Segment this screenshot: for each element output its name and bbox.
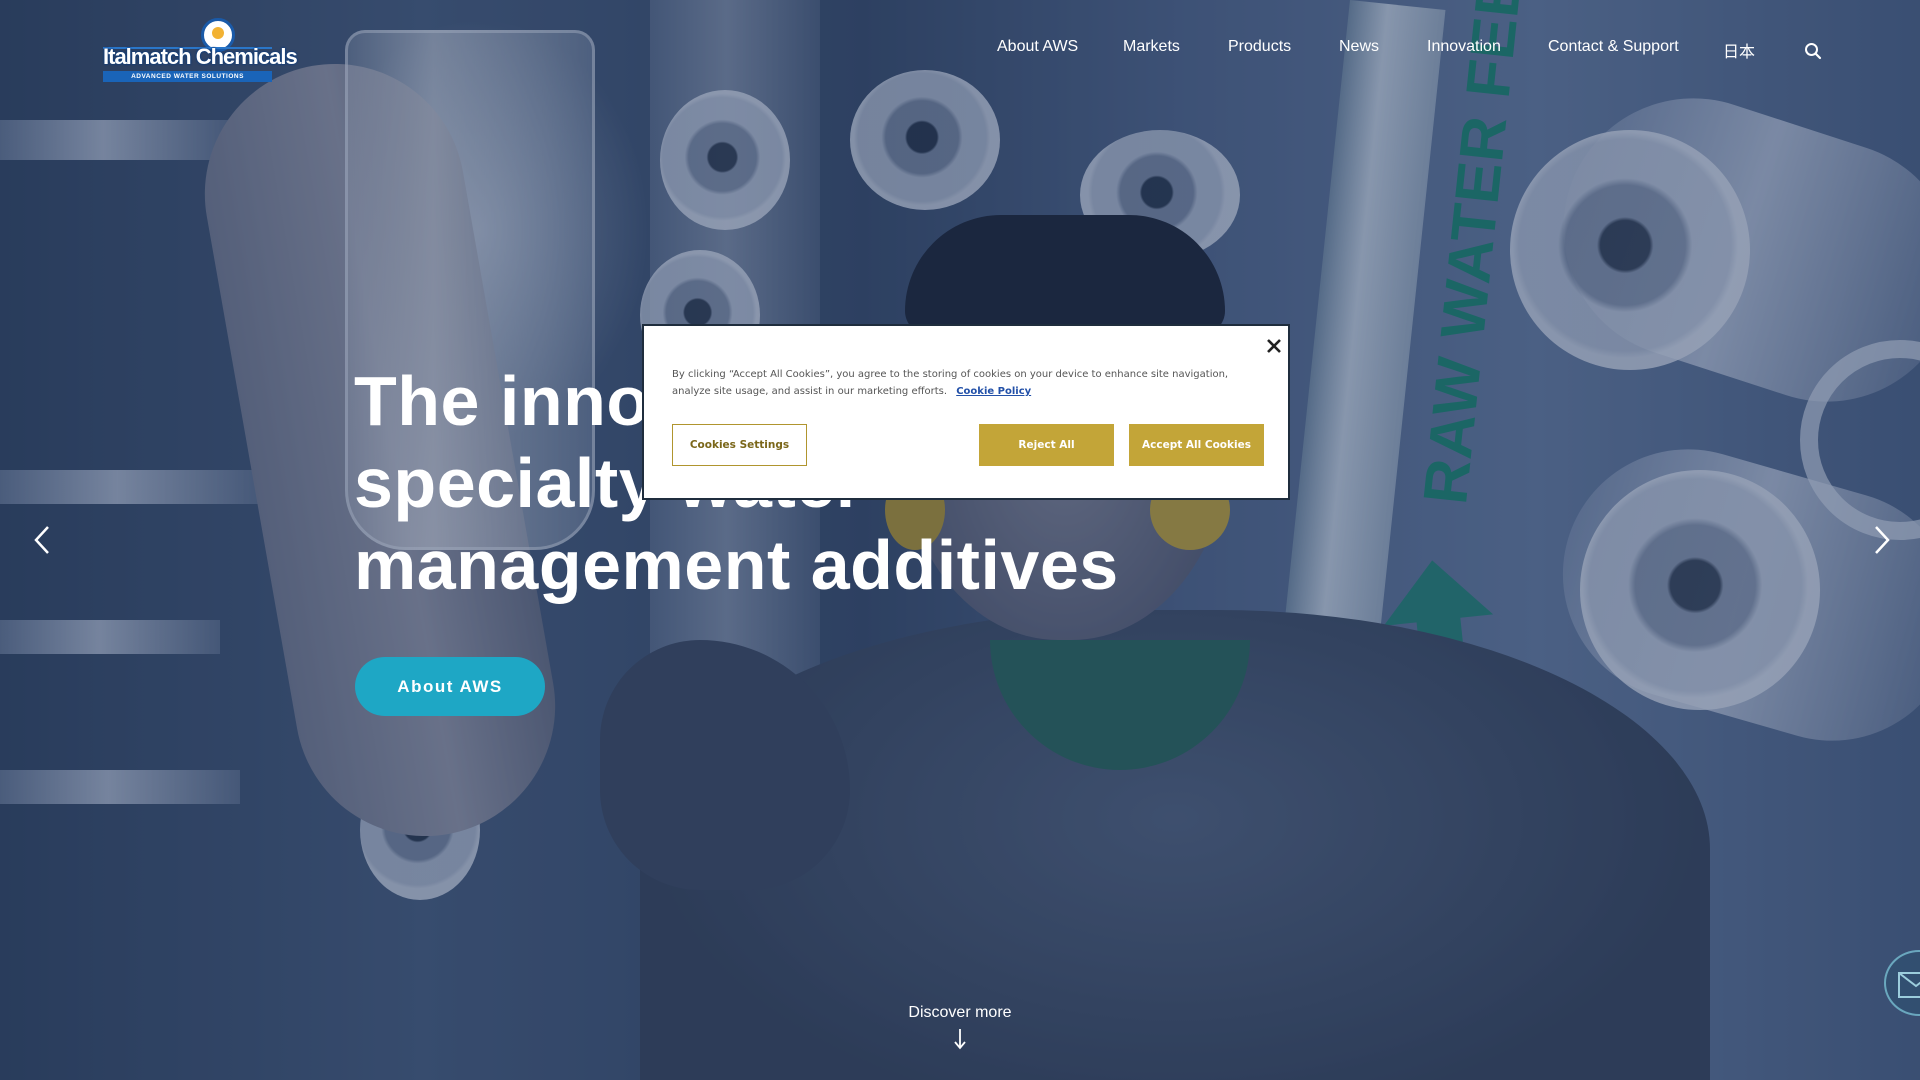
about-aws-button[interactable]: About AWS [355,657,545,716]
nav-item-about-aws[interactable]: About AWS [997,38,1078,56]
cookie-policy-link[interactable]: Cookie Policy [956,386,1031,397]
nav-item-markets[interactable]: Markets [1123,38,1180,56]
cookie-notice-body: By clicking “Accept All Cookies”, you ag… [672,369,1229,397]
nav-item-innovation[interactable]: Innovation [1427,38,1501,56]
cookie-notice-text: By clicking “Accept All Cookies”, you ag… [672,366,1262,400]
main-navigation: About AWS Markets Products News Innovati… [0,38,1920,64]
mail-icon [1898,972,1920,998]
discover-more-link[interactable]: Discover more [860,1004,1060,1022]
cookies-settings-button[interactable]: Cookies Settings [672,424,807,466]
close-icon[interactable] [1264,336,1284,356]
accept-all-cookies-button[interactable]: Accept All Cookies [1129,424,1264,466]
nav-item-products[interactable]: Products [1228,38,1291,56]
reject-all-button[interactable]: Reject All [979,424,1114,466]
arrow-down-icon[interactable] [951,1027,969,1051]
logo-tagline: ADVANCED WATER SOLUTIONS [103,71,272,82]
hero-title-line: management additives [354,526,1119,604]
cookie-consent-dialog: By clicking “Accept All Cookies”, you ag… [642,324,1290,500]
chevron-right-icon[interactable] [1866,523,1896,557]
chevron-left-icon[interactable] [28,523,58,557]
search-icon[interactable] [1804,42,1822,60]
nav-item-news[interactable]: News [1339,38,1379,56]
nav-item-japanese[interactable]: 日本 [1723,38,1755,62]
nav-item-contact-support[interactable]: Contact & Support [1548,38,1679,56]
